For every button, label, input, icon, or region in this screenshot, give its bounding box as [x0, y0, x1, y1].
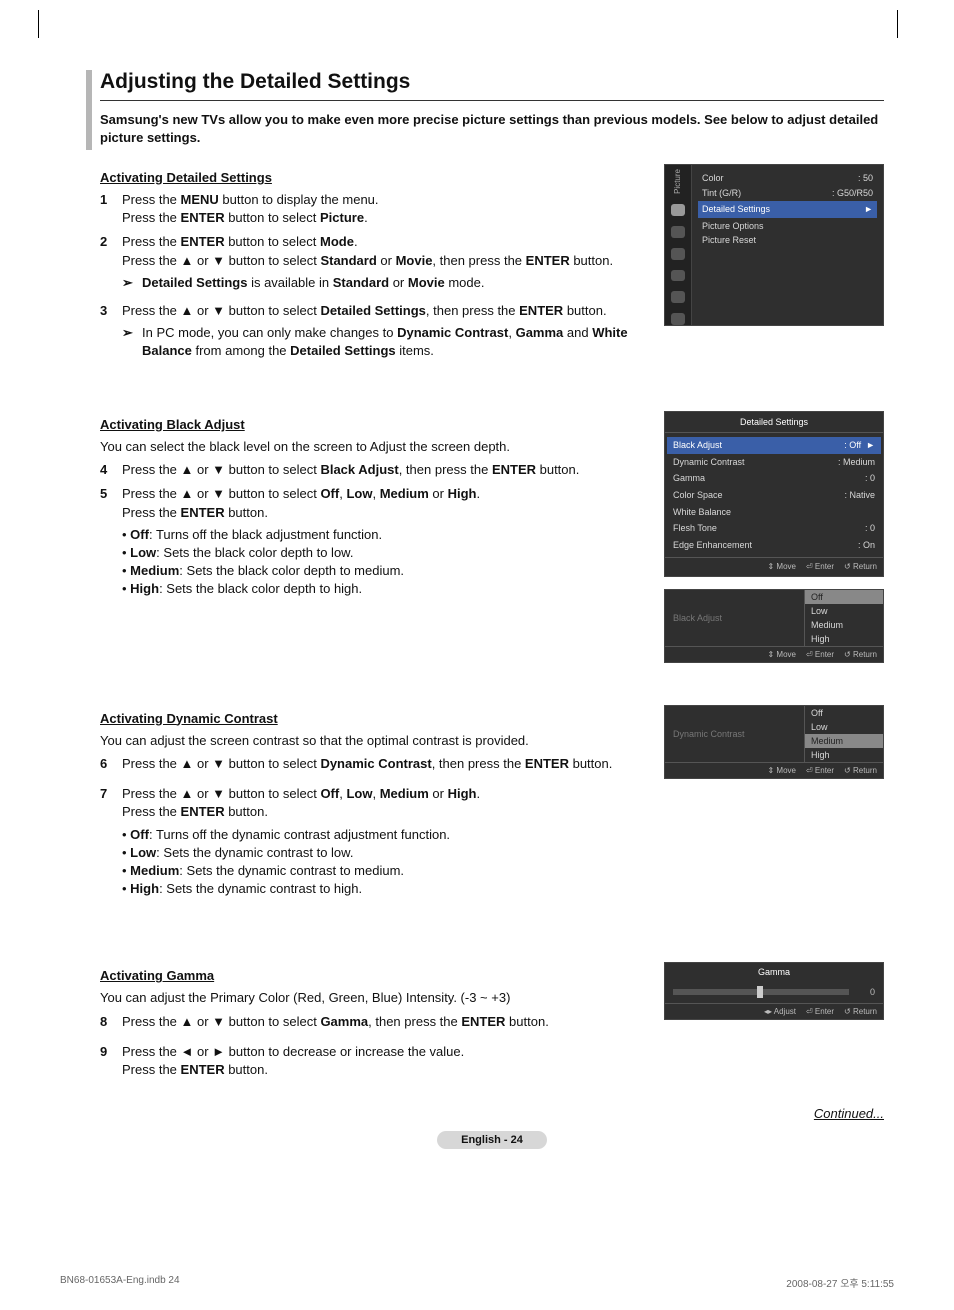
osd-option: High: [805, 748, 883, 762]
section-intro: You can select the black level on the sc…: [100, 438, 646, 456]
osd-option: Low: [805, 604, 883, 618]
osd-row: Tint (G/R): G50/R50: [700, 186, 875, 201]
step-text: Press the MENU button to display the men…: [122, 191, 646, 227]
section-head-gamma: Activating Gamma: [100, 968, 646, 983]
caret-right-icon: ►: [864, 203, 873, 216]
step-number: 8: [100, 1013, 122, 1031]
enter-icon: ⏎: [806, 766, 813, 775]
osd-row: Color Space: Native: [671, 487, 877, 504]
step-number: 2: [100, 233, 122, 296]
osd-option: Medium: [805, 618, 883, 632]
footer-right: 2008-08-27 오후 5:11:55: [786, 1275, 894, 1290]
enter-icon: ⏎: [806, 650, 813, 659]
option-bullets: Off: Turns off the dynamic contrast adju…: [122, 826, 646, 899]
step-number: 4: [100, 461, 122, 479]
menu-icon: [671, 248, 685, 260]
osd-title: Detailed Settings: [665, 412, 883, 434]
osd-gamma: Gamma 0 ◂▸ Adjust ⏎ Enter ↺ Return: [664, 962, 884, 1020]
osd-side-label: Picture: [672, 169, 683, 194]
option-bullets: Off: Turns off the black adjustment func…: [122, 526, 646, 599]
osd-detailed-settings: Detailed Settings Black Adjust: Off ► Dy…: [664, 411, 884, 577]
note-arrow-icon: ➢: [122, 274, 142, 292]
return-icon: ↺: [844, 766, 851, 775]
enter-icon: ⏎: [806, 1007, 813, 1016]
step-text: Press the ▲ or ▼ button to select Off, L…: [122, 785, 646, 906]
osd-dynamic-contrast-popup: Dynamic Contrast Off Low Medium High ⇕ M…: [664, 705, 884, 779]
osd-sidebar: Picture: [665, 165, 692, 325]
slider-thumb: [757, 986, 763, 998]
step-number: 7: [100, 785, 122, 906]
slider-value: 0: [855, 987, 875, 997]
osd-option-selected: Medium: [805, 734, 883, 748]
step-text: Press the ▲ or ▼ button to select Gamma,…: [122, 1013, 646, 1031]
title-accent-bar: [86, 70, 92, 150]
step-number: 5: [100, 485, 122, 606]
print-footer: BN68-01653A-Eng.indb 24 2008-08-27 오후 5:…: [60, 1275, 894, 1290]
osd-row: Edge Enhancement: On: [671, 537, 877, 554]
page-title: Adjusting the Detailed Settings: [100, 70, 884, 101]
return-icon: ↺: [844, 562, 851, 571]
section-intro: You can adjust the Primary Color (Red, G…: [100, 989, 646, 1007]
osd-picture-menu: Picture Color: 50 Tint (G/R): G50/R50 De…: [664, 164, 884, 326]
osd-row-selected: Detailed Settings►: [698, 201, 877, 218]
enter-icon: ⏎: [806, 562, 813, 571]
note-arrow-icon: ➢: [122, 324, 142, 360]
osd-title: Gamma: [665, 963, 883, 981]
osd-option-selected: Off: [805, 590, 883, 604]
osd-row: Picture Reset: [700, 233, 875, 248]
step-text: Press the ▲ or ▼ button to select Detail…: [122, 302, 646, 365]
menu-icon: [671, 291, 685, 303]
osd-footer: ⇕ Move ⏎ Enter ↺ Return: [665, 557, 883, 575]
section-head-dynamic-contrast: Activating Dynamic Contrast: [100, 711, 646, 726]
osd-popup-label: Black Adjust: [665, 590, 804, 646]
section-head-black-adjust: Activating Black Adjust: [100, 417, 646, 432]
continued-label: Continued...: [100, 1106, 884, 1121]
osd-black-adjust-popup: Black Adjust Off Low Medium High ⇕ Move …: [664, 589, 884, 663]
osd-row: Dynamic Contrast: Medium: [671, 454, 877, 471]
page-badge: English - 24: [437, 1131, 547, 1149]
manual-page: Adjusting the Detailed Settings Samsung'…: [0, 0, 954, 1310]
step-number: 6: [100, 755, 122, 773]
step-number: 1: [100, 191, 122, 227]
section-head-activating: Activating Detailed Settings: [100, 170, 646, 185]
return-icon: ↺: [844, 650, 851, 659]
section-intro: You can adjust the screen contrast so th…: [100, 732, 646, 750]
osd-footer: ⇕ Move ⏎ Enter ↺ Return: [665, 646, 883, 662]
updown-icon: ⇕: [767, 766, 774, 775]
osd-row: Gamma: 0: [671, 470, 877, 487]
osd-row: Color: 50: [700, 171, 875, 186]
osd-footer: ⇕ Move ⏎ Enter ↺ Return: [665, 762, 883, 778]
step-text: Press the ▲ or ▼ button to select Black …: [122, 461, 646, 479]
step-number: 3: [100, 302, 122, 365]
updown-icon: ⇕: [767, 562, 774, 571]
osd-option: Off: [805, 706, 883, 720]
menu-icon: [671, 226, 685, 238]
menu-icon: [671, 270, 685, 282]
menu-icon: [671, 313, 685, 325]
osd-footer: ◂▸ Adjust ⏎ Enter ↺ Return: [665, 1003, 883, 1019]
step-number: 9: [100, 1043, 122, 1079]
osd-row-selected: Black Adjust: Off ►: [667, 437, 881, 454]
osd-row: White Balance: [671, 504, 877, 521]
step-text: Press the ENTER button to select Mode. P…: [122, 233, 646, 296]
leftright-icon: ◂▸: [764, 1007, 772, 1016]
osd-row: Picture Options: [700, 219, 875, 234]
osd-row: Flesh Tone: 0: [671, 520, 877, 537]
slider-track: [673, 989, 849, 995]
return-icon: ↺: [844, 1007, 851, 1016]
osd-popup-label: Dynamic Contrast: [665, 706, 804, 762]
lead-text: Samsung's new TVs allow you to make even…: [100, 111, 884, 146]
step-text: Press the ◄ or ► button to decrease or i…: [122, 1043, 646, 1079]
step-text: Press the ▲ or ▼ button to select Dynami…: [122, 755, 646, 773]
crop-mark: [38, 10, 39, 38]
updown-icon: ⇕: [767, 650, 774, 659]
osd-option: Low: [805, 720, 883, 734]
osd-option: High: [805, 632, 883, 646]
tv-icon: [671, 204, 685, 216]
step-text: Press the ▲ or ▼ button to select Off, L…: [122, 485, 646, 606]
footer-left: BN68-01653A-Eng.indb 24: [60, 1275, 180, 1290]
crop-mark: [897, 10, 898, 38]
